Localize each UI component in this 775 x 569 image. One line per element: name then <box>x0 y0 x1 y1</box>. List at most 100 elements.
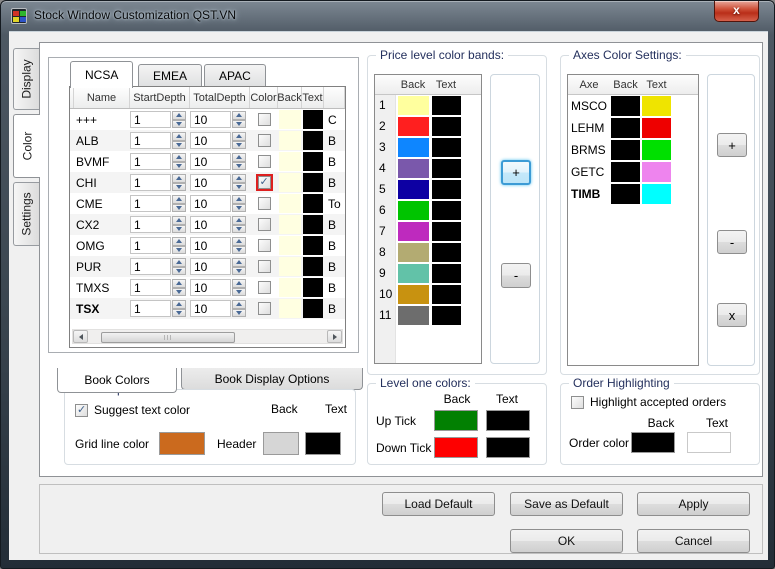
axis-row[interactable]: MSCO <box>568 95 698 117</box>
column-header-axe[interactable]: Axe <box>568 75 610 94</box>
spin-up-button[interactable] <box>172 111 186 120</box>
suggest-text-color-checkbox[interactable] <box>75 404 88 417</box>
text-color-swatch[interactable] <box>303 173 323 192</box>
back-color-swatch[interactable] <box>279 236 301 255</box>
start-depth-value[interactable]: 1 <box>130 153 171 170</box>
start-depth-value[interactable]: 1 <box>130 258 171 275</box>
start-depth-value[interactable]: 1 <box>130 279 171 296</box>
spin-down-button[interactable] <box>232 204 246 213</box>
spin-down-button[interactable] <box>232 309 246 318</box>
spin-down-button[interactable] <box>172 120 186 129</box>
delete-axis-button[interactable]: x <box>717 303 747 327</box>
order-text-swatch[interactable] <box>687 432 731 453</box>
spin-down-button[interactable] <box>172 141 186 150</box>
back-color-swatch[interactable] <box>398 180 429 199</box>
total-depth-value[interactable]: 10 <box>190 237 231 254</box>
table-row[interactable]: +++ 1 10 <box>70 109 345 130</box>
text-color-swatch[interactable] <box>432 96 461 115</box>
spin-down-button[interactable] <box>232 225 246 234</box>
text-color-swatch[interactable] <box>432 222 461 241</box>
spin-up-button[interactable] <box>232 111 246 120</box>
back-color-swatch[interactable] <box>398 117 429 136</box>
text-color-swatch[interactable] <box>642 96 671 116</box>
header-text-swatch[interactable] <box>305 432 341 455</box>
down-tick-text-swatch[interactable] <box>486 437 530 458</box>
highlight-accepted-orders-checkbox[interactable] <box>571 396 584 409</box>
back-color-swatch[interactable] <box>279 299 301 318</box>
spin-up-button[interactable] <box>232 195 246 204</box>
spin-up-button[interactable] <box>172 153 186 162</box>
remove-band-button[interactable]: - <box>501 263 531 288</box>
start-depth-value[interactable]: 1 <box>130 174 171 191</box>
band-row[interactable]: 11 <box>375 305 481 326</box>
text-color-swatch[interactable] <box>432 180 461 199</box>
text-color-swatch[interactable] <box>303 257 323 276</box>
back-color-swatch[interactable] <box>279 110 301 129</box>
band-row[interactable]: 1 <box>375 95 481 116</box>
back-color-swatch[interactable] <box>279 131 301 150</box>
table-row[interactable]: TMXS 1 10 <box>70 277 345 298</box>
text-color-swatch[interactable] <box>303 194 323 213</box>
band-row[interactable]: 8 <box>375 242 481 263</box>
color-checkbox[interactable] <box>258 113 271 126</box>
header-back-swatch[interactable] <box>263 432 299 455</box>
total-depth-value[interactable]: 10 <box>190 216 231 233</box>
text-color-swatch[interactable] <box>432 138 461 157</box>
add-axis-button[interactable]: + <box>717 133 747 157</box>
column-header-back[interactable]: Back <box>610 75 641 94</box>
text-color-swatch[interactable] <box>432 264 461 283</box>
ok-button[interactable]: OK <box>510 529 623 553</box>
color-checkbox[interactable] <box>258 197 271 210</box>
spin-down-button[interactable] <box>232 183 246 192</box>
horizontal-scrollbar[interactable] <box>72 329 343 344</box>
band-row[interactable]: 3 <box>375 137 481 158</box>
back-color-swatch[interactable] <box>279 173 301 192</box>
band-row[interactable]: 10 <box>375 284 481 305</box>
text-color-swatch[interactable] <box>642 184 671 204</box>
color-checkbox[interactable] <box>258 176 271 189</box>
tab-display[interactable]: Display <box>13 48 39 110</box>
back-color-swatch[interactable] <box>611 184 640 204</box>
column-header-color[interactable]: Color <box>250 87 278 108</box>
start-depth-value[interactable]: 1 <box>130 300 171 317</box>
grid-line-color-swatch[interactable] <box>159 432 205 455</box>
color-checkbox[interactable] <box>258 239 271 252</box>
axis-row[interactable]: BRMS <box>568 139 698 161</box>
spin-up-button[interactable] <box>232 258 246 267</box>
back-color-swatch[interactable] <box>398 138 429 157</box>
color-checkbox[interactable] <box>258 260 271 273</box>
back-color-swatch[interactable] <box>611 162 640 182</box>
tab-book-colors[interactable]: Book Colors <box>57 368 177 393</box>
start-depth-value[interactable]: 1 <box>130 216 171 233</box>
start-depth-value[interactable]: 1 <box>130 195 171 212</box>
text-color-swatch[interactable] <box>303 131 323 150</box>
spin-down-button[interactable] <box>172 225 186 234</box>
spin-up-button[interactable] <box>172 195 186 204</box>
spin-down-button[interactable] <box>172 183 186 192</box>
table-row[interactable]: CHI 1 10 <box>70 172 345 193</box>
spin-down-button[interactable] <box>172 267 186 276</box>
back-color-swatch[interactable] <box>279 194 301 213</box>
color-checkbox[interactable] <box>258 155 271 168</box>
back-color-swatch[interactable] <box>611 118 640 138</box>
tab-book-display-options[interactable]: Book Display Options <box>181 368 363 390</box>
axis-row[interactable]: GETC <box>568 161 698 183</box>
total-depth-value[interactable]: 10 <box>190 279 231 296</box>
text-color-swatch[interactable] <box>432 159 461 178</box>
column-header-name[interactable]: Name <box>74 87 130 108</box>
band-row[interactable]: 9 <box>375 263 481 284</box>
text-color-swatch[interactable] <box>303 236 323 255</box>
text-color-swatch[interactable] <box>642 118 671 138</box>
text-color-swatch[interactable] <box>432 285 461 304</box>
table-row[interactable]: OMG 1 10 <box>70 235 345 256</box>
back-color-swatch[interactable] <box>398 306 429 325</box>
column-header-back[interactable]: Back <box>396 75 430 94</box>
back-color-swatch[interactable] <box>279 152 301 171</box>
spin-down-button[interactable] <box>172 288 186 297</box>
close-button[interactable]: x <box>714 1 759 22</box>
spin-down-button[interactable] <box>232 267 246 276</box>
spin-up-button[interactable] <box>232 216 246 225</box>
column-header-text[interactable]: Text <box>430 75 462 94</box>
text-color-swatch[interactable] <box>303 110 323 129</box>
column-header-startdepth[interactable]: StartDepth <box>130 87 190 108</box>
